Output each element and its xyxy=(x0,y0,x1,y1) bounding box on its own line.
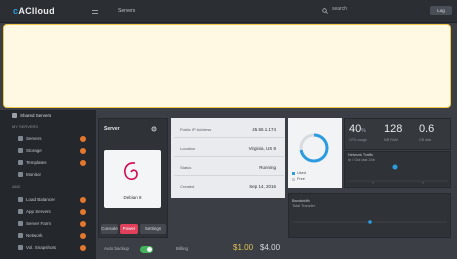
traffic-chart-subtitle: In / Out last 24h xyxy=(348,158,375,162)
power-button[interactable]: Power xyxy=(120,224,138,234)
sidebar-badge-templates xyxy=(80,160,86,166)
detail-divider xyxy=(174,137,284,138)
detail-label-ip: Public IP Address xyxy=(180,127,212,132)
legend-used-swatch xyxy=(292,172,295,175)
billing-label: Billing xyxy=(176,246,189,251)
sidebar-item-app-servers[interactable]: App Servers xyxy=(26,209,51,214)
bandwidth-point xyxy=(368,220,372,224)
toggle-knob xyxy=(147,247,152,252)
traffic-chart-title: Network Traffic xyxy=(348,153,374,157)
templates-icon xyxy=(18,160,23,165)
price-next: $4.00 xyxy=(260,243,281,252)
sidebar-section-add: ADD xyxy=(12,184,21,189)
sidebar: Shared Servers MY SERVERS Servers Storag… xyxy=(0,110,96,259)
sidebar-badge-storage xyxy=(80,148,86,154)
usage-donut xyxy=(299,133,329,163)
detail-divider xyxy=(174,175,284,176)
search-input[interactable]: search xyxy=(332,6,347,12)
sidebar-badge-servers xyxy=(80,136,86,142)
console-button[interactable]: Console xyxy=(101,224,118,234)
bandwidth-chart-title: Bandwidth xyxy=(292,199,310,203)
detail-divider xyxy=(174,156,284,157)
shared-servers-icon xyxy=(12,113,17,118)
logo-text: ACIloud xyxy=(18,6,55,16)
sidebar-item-server-farm[interactable]: Server Farm xyxy=(26,221,51,226)
sidebar-badge-app-servers xyxy=(80,209,86,215)
alert-banner xyxy=(3,24,451,108)
disk-stat: 0.6 xyxy=(419,123,435,135)
cpu-stat: 40% xyxy=(349,123,366,135)
sidebar-item-snapshots[interactable]: Vol. Snapshots xyxy=(26,245,56,250)
detail-value-location: Virginia, US 8 xyxy=(248,146,276,151)
network-icon xyxy=(18,233,23,238)
footer-label: Auto backup xyxy=(104,246,130,251)
bandwidth-chart-subtitle: Total Transfer xyxy=(292,204,316,208)
sidebar-badge-server-farm xyxy=(80,221,86,227)
detail-value-created: Sep 14, 2016 xyxy=(249,184,276,189)
server-farm-icon xyxy=(18,221,23,226)
ram-stat: 128 xyxy=(384,123,403,135)
nav-servers-link[interactable]: Servers xyxy=(118,8,135,14)
account-button[interactable]: Log xyxy=(430,6,452,15)
price-current: $1.00 xyxy=(233,243,254,252)
legend-used: Used xyxy=(297,171,306,175)
storage-icon xyxy=(18,148,23,153)
disk-caption: GB disk xyxy=(419,138,432,142)
cpu-value: 40 xyxy=(349,123,362,135)
settings-button[interactable]: Settings xyxy=(140,224,166,234)
menu-icon[interactable] xyxy=(92,9,98,15)
sidebar-item-storage[interactable]: Storage xyxy=(26,148,42,153)
detail-value-status: Running xyxy=(259,165,276,170)
legend-free: Free xyxy=(297,177,305,181)
load-balancer-icon xyxy=(18,197,23,202)
top-navbar: cACIloud Servers search Log xyxy=(0,0,457,23)
sidebar-item-monitor[interactable]: Monitor xyxy=(26,172,41,177)
servers-icon xyxy=(18,136,23,141)
os-caption: Debian 8 xyxy=(123,195,142,200)
sidebar-item-shared-servers[interactable]: Shared Servers xyxy=(20,113,51,118)
app-logo[interactable]: cACIloud xyxy=(13,6,55,16)
detail-label-created: Created xyxy=(180,184,195,189)
sidebar-item-servers[interactable]: Servers xyxy=(26,136,42,141)
monitor-icon xyxy=(18,172,23,177)
sidebar-badge-load-balancer xyxy=(80,197,86,203)
server-name: Server xyxy=(104,126,120,132)
detail-label-location: Location xyxy=(180,146,196,151)
sidebar-badge-network xyxy=(80,233,86,239)
search-icon[interactable] xyxy=(322,8,328,14)
app-servers-icon xyxy=(18,209,23,214)
detail-value-ip: 45.55.1.174 xyxy=(252,127,276,132)
cpu-unit: % xyxy=(361,128,366,134)
sidebar-item-templates[interactable]: Templates xyxy=(26,160,47,165)
traffic-chart xyxy=(348,164,448,184)
legend-free-swatch xyxy=(292,178,295,181)
sidebar-item-load-balancer[interactable]: Load Balancer xyxy=(26,197,55,202)
ram-caption: MB RAM xyxy=(384,138,398,142)
sidebar-item-network[interactable]: Network xyxy=(26,233,43,238)
detail-label-status: Status xyxy=(180,165,192,170)
sidebar-badge-snapshots xyxy=(80,245,86,251)
gear-icon[interactable] xyxy=(151,126,157,132)
traffic-point xyxy=(392,164,398,170)
snapshot-icon xyxy=(18,245,23,250)
auto-backup-toggle[interactable] xyxy=(140,246,153,253)
sidebar-section-my-servers: MY SERVERS xyxy=(12,124,39,129)
cpu-caption: CPU usage xyxy=(349,138,367,142)
bandwidth-chart xyxy=(292,220,447,224)
